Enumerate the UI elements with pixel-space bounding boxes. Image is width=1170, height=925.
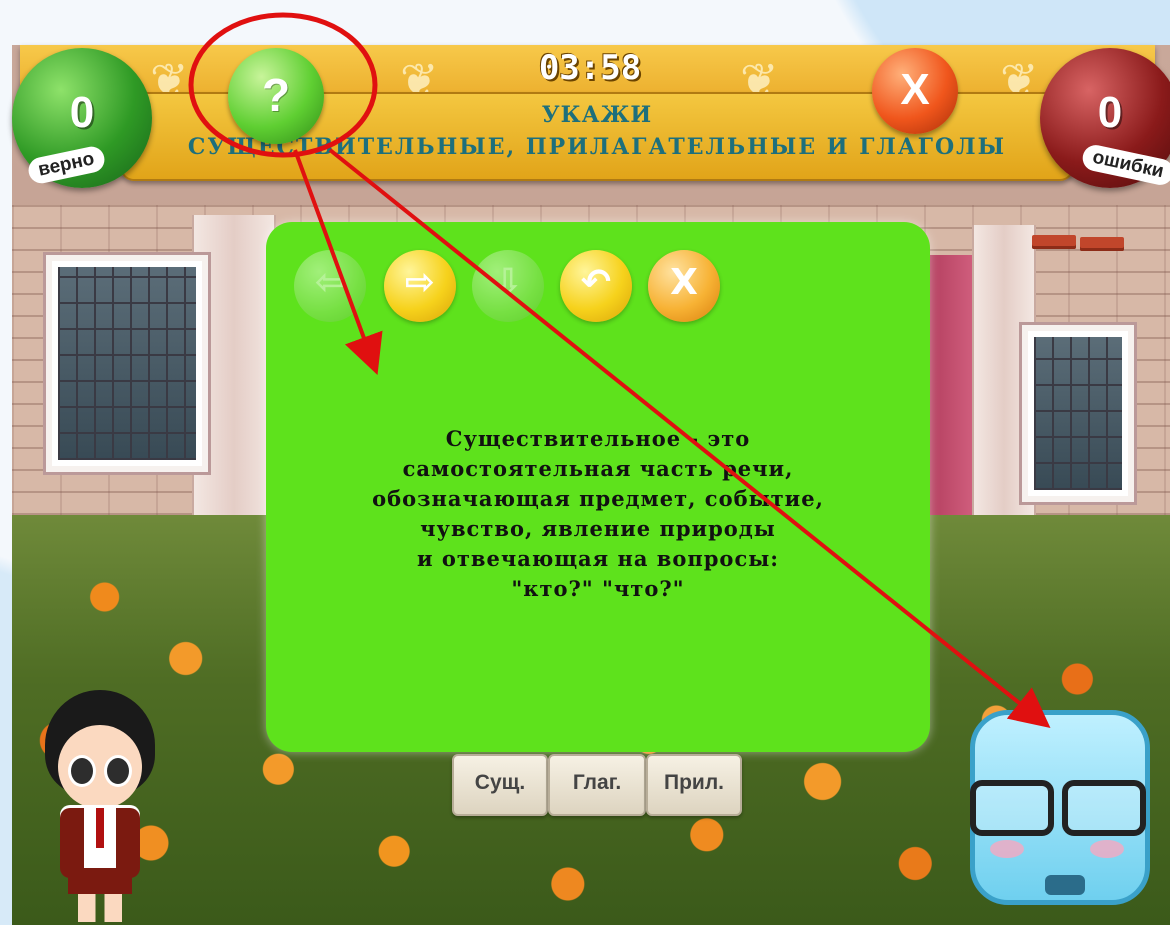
answer-verb-button[interactable]: Глаг. <box>548 754 646 816</box>
arrow-left-icon: ⇦ <box>314 262 346 303</box>
flower-planter <box>1032 235 1076 249</box>
definition-line: самостоятельная часть речи, <box>402 456 794 481</box>
definition-line: чувство, явление природы <box>420 516 776 541</box>
help-info-panel: ⇦ ⇨ ⇩ ↶ X Существительное - это самостоя… <box>266 222 930 752</box>
flower-planter <box>1080 237 1124 251</box>
help-button[interactable]: ? <box>228 48 324 144</box>
answer-adjective-button[interactable]: Прил. <box>646 754 742 816</box>
correct-score-badge: 0 верно <box>12 48 152 188</box>
undo-icon: ↶ <box>580 262 612 303</box>
close-game-button[interactable]: X <box>872 48 958 134</box>
correct-score-value: 0 <box>69 88 95 137</box>
building-window <box>1022 325 1134 502</box>
error-score-label: ошибки <box>1080 142 1170 188</box>
correct-score-label: верно <box>26 144 107 186</box>
error-score-badge: 0 ошибки <box>1040 48 1170 188</box>
nav-undo-button[interactable]: ↶ <box>560 250 632 322</box>
noun-definition-text: Существительное - это самостоятельная ча… <box>296 424 900 604</box>
error-score-value: 0 <box>1097 88 1123 137</box>
nav-back-button[interactable]: ⇦ <box>294 250 366 322</box>
answer-noun-button[interactable]: Сущ. <box>452 754 548 816</box>
computer-mascot <box>950 700 1170 925</box>
close-icon: X <box>900 65 930 114</box>
nav-down-button[interactable]: ⇩ <box>472 250 544 322</box>
close-icon: X <box>670 262 698 303</box>
countdown-timer: 03:58 <box>538 48 642 88</box>
definition-line: и отвечающая на вопросы: <box>416 546 780 571</box>
definition-line: "кто?" "что?" <box>511 576 685 601</box>
definition-line: Существительное - это <box>445 426 751 451</box>
building-window <box>46 255 208 472</box>
panel-close-button[interactable]: X <box>648 250 720 322</box>
arrow-down-icon: ⇩ <box>492 262 524 303</box>
arrow-right-icon: ⇨ <box>404 262 436 303</box>
question-icon: ? <box>261 69 291 121</box>
boy-character <box>40 690 160 925</box>
definition-line: обозначающая предмет, событие, <box>372 486 824 511</box>
nav-forward-button[interactable]: ⇨ <box>384 250 456 322</box>
